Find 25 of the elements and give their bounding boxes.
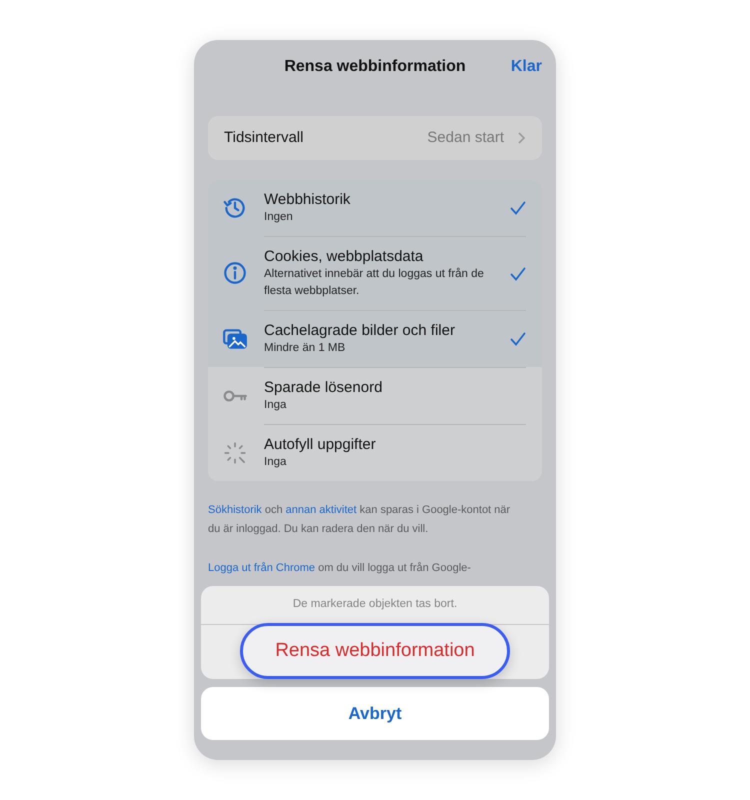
checkmark-icon	[510, 201, 526, 215]
checkmark-icon	[510, 332, 526, 346]
info-paragraph: Sökhistorik och annan aktivitet kan sparas i Google-kontot när du är inloggad. Du kan radera den när du vill.	[208, 503, 512, 537]
sheet-message: De markerade objekten tas bort.	[292, 597, 458, 612]
row-title: Cookies, webbplatsdata	[264, 247, 424, 266]
clear-data-button[interactable]: Rensa webbinformation	[240, 623, 510, 679]
window-title: Rensa webbinformation	[284, 57, 466, 77]
row-title: Webbhistorik	[264, 190, 352, 209]
row-subtitle: Alternativet innebär att du loggas ut från de flesta webbplatser.	[264, 266, 485, 299]
info-icon	[222, 260, 248, 286]
data-type-row[interactable]: Cookies, webbplatsdata Alternativet innebär att du loggas ut från de flesta webbplatser.	[208, 236, 542, 310]
row-title: Sparade lösenord	[264, 378, 384, 397]
info-paragraph: Logga ut från Chrome om du vill logga ut från Google-	[208, 561, 472, 576]
row-subtitle: Ingen	[264, 210, 294, 225]
row-subtitle: Inga	[264, 455, 288, 470]
row-title: Autofyll uppgifter	[264, 435, 377, 454]
row-title: Cachelagrade bilder och filer	[264, 321, 456, 340]
checkmark-icon	[510, 266, 526, 280]
time-range-row[interactable]: Tidsintervall Sedan start	[208, 116, 542, 160]
data-type-row[interactable]: Webbhistorik Ingen	[208, 180, 542, 236]
row-subtitle: Mindre än 1 MB	[264, 341, 346, 356]
chevron-icon	[516, 131, 526, 145]
cancel-button[interactable]: Avbryt	[201, 687, 549, 740]
row-subtitle: Inga	[264, 398, 288, 413]
data-type-row[interactable]: Cachelagrade bilder och filer Mindre än 1 MB	[208, 310, 542, 367]
